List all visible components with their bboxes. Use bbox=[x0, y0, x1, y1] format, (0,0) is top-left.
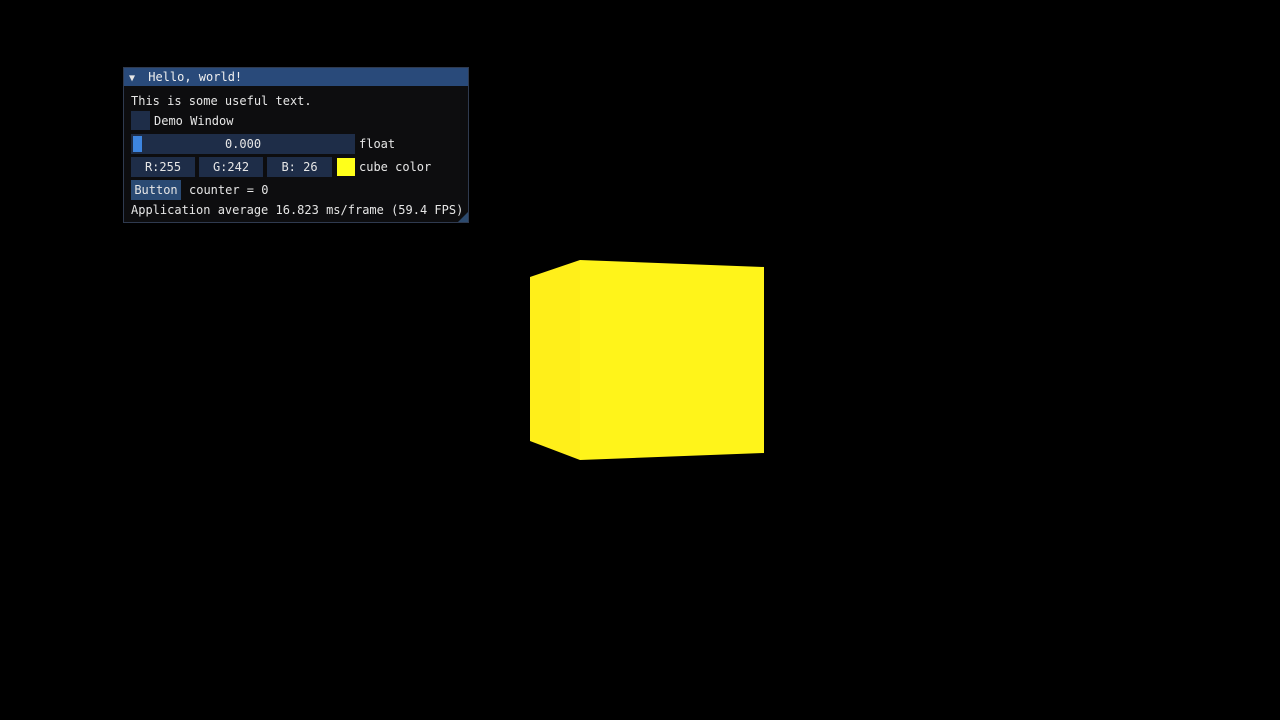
cube-front-face bbox=[580, 260, 764, 460]
demo-window-label: Demo Window bbox=[154, 114, 234, 128]
cube-left-face bbox=[530, 260, 580, 460]
window-title: Hello, world! bbox=[148, 70, 243, 84]
resize-grip[interactable] bbox=[458, 212, 468, 222]
fps-text: Application average 16.823 ms/frame (59.… bbox=[131, 203, 464, 217]
collapse-arrow-icon[interactable]: ▼ bbox=[129, 70, 141, 88]
color-r-field[interactable]: R:255 bbox=[131, 157, 195, 177]
float-label: float bbox=[359, 137, 396, 151]
cube-color-label: cube color bbox=[359, 160, 432, 174]
hello-world-window[interactable]: ▼ Hello, world! This is some useful text… bbox=[123, 67, 469, 223]
color-g-field[interactable]: G:242 bbox=[199, 157, 263, 177]
window-titlebar[interactable]: ▼ Hello, world! bbox=[124, 68, 468, 86]
float-slider[interactable]: 0.000 bbox=[131, 134, 355, 154]
useful-text: This is some useful text. bbox=[131, 94, 312, 108]
color-b-field[interactable]: B: 26 bbox=[267, 157, 332, 177]
slider-value: 0.000 bbox=[224, 137, 262, 151]
counter-text: counter = 0 bbox=[189, 183, 269, 197]
color-swatch[interactable] bbox=[337, 158, 355, 176]
demo-window-checkbox[interactable] bbox=[131, 111, 150, 130]
counter-button[interactable]: Button bbox=[131, 180, 181, 200]
